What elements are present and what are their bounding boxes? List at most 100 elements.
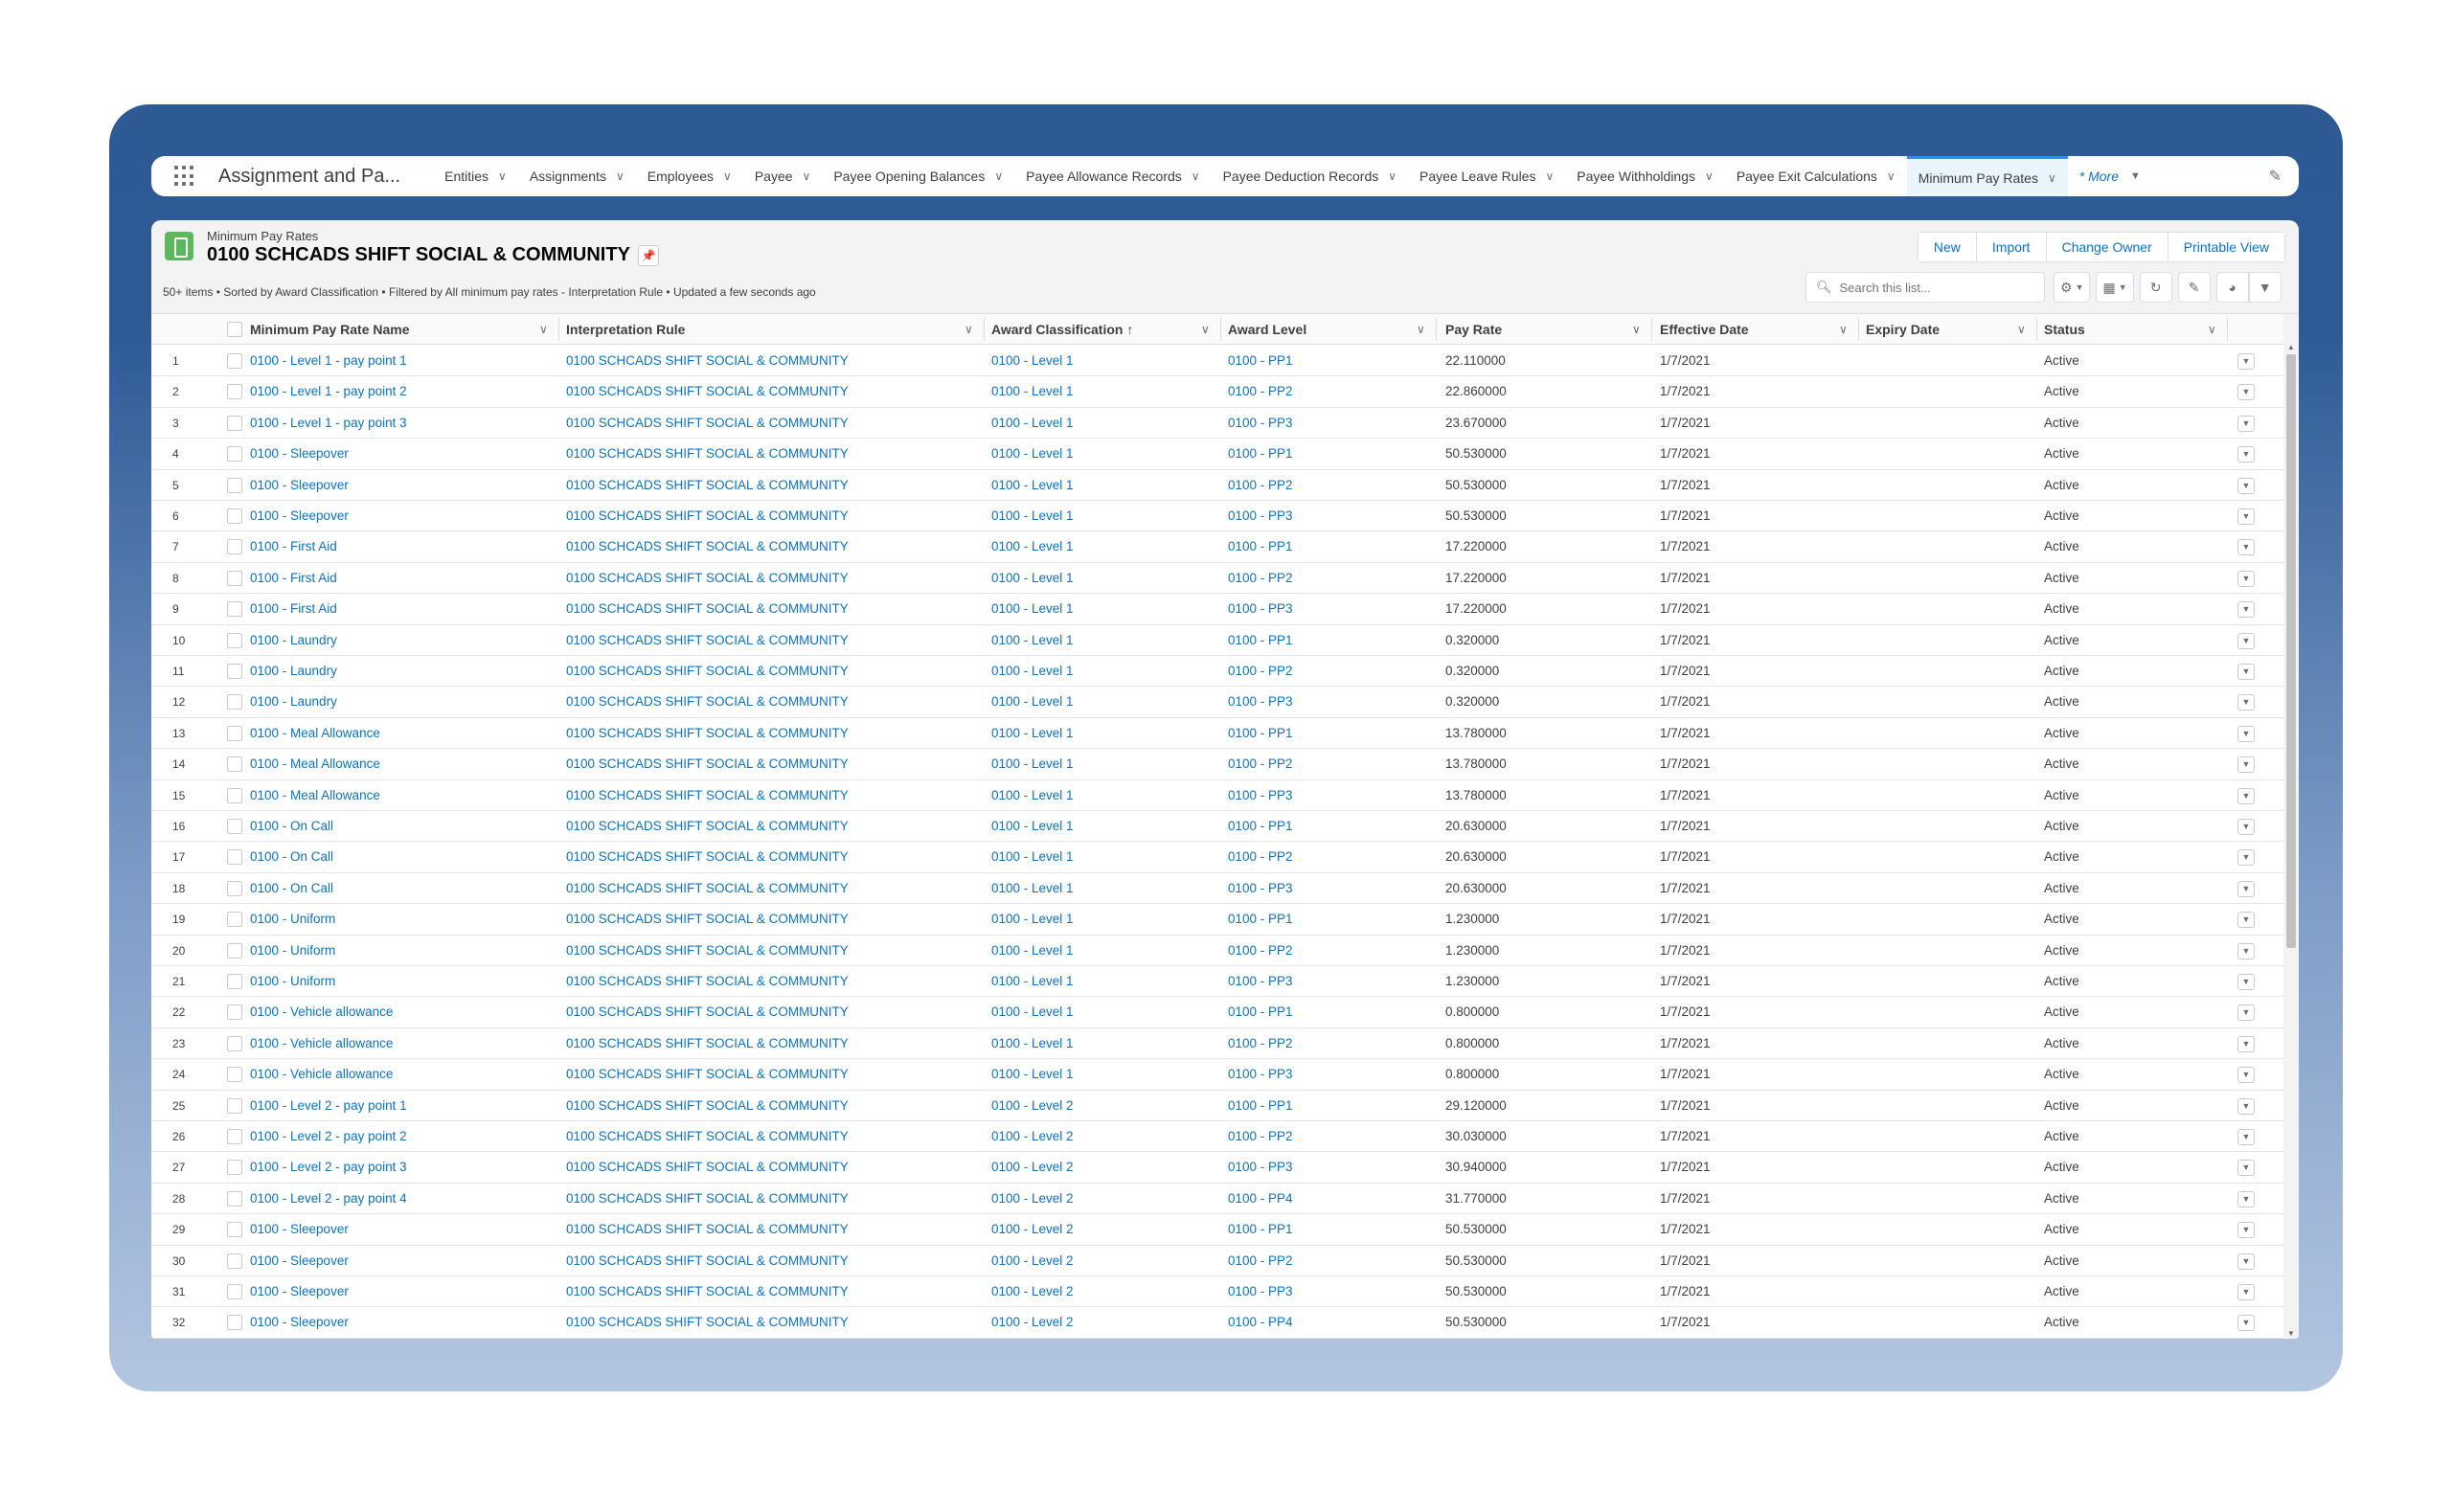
column-divider[interactable] xyxy=(1858,318,1859,341)
cell-award-classification-link[interactable]: 0100 - Level 1 xyxy=(991,749,1074,779)
filter-icon[interactable]: ▼ xyxy=(2248,272,2282,303)
row-checkbox[interactable] xyxy=(227,477,242,493)
nav-tab-payee-withholdings[interactable]: Payee Withholdings ∨ xyxy=(1565,156,1725,196)
cell-award-classification-link[interactable]: 0100 - Level 1 xyxy=(991,531,1074,562)
row-actions-dropdown-icon[interactable]: ▼ xyxy=(2237,1252,2255,1270)
vertical-scrollbar[interactable]: ▲ ▼ xyxy=(2283,314,2299,1339)
cell-award-level-link[interactable]: 0100 - PP3 xyxy=(1228,408,1293,439)
row-actions-dropdown-icon[interactable]: ▼ xyxy=(2237,570,2255,587)
cell-interpretation-rule-link[interactable]: 0100 SCHCADS SHIFT SOCIAL & COMMUNITY xyxy=(566,376,849,407)
row-checkbox[interactable] xyxy=(227,819,242,834)
row-actions-dropdown-icon[interactable]: ▼ xyxy=(2237,819,2255,835)
cell-name-link[interactable]: 0100 - Sleepover xyxy=(250,470,349,501)
cell-award-classification-link[interactable]: 0100 - Level 1 xyxy=(991,687,1074,717)
cell-interpretation-rule-link[interactable]: 0100 SCHCADS SHIFT SOCIAL & COMMUNITY xyxy=(566,1307,849,1338)
import-button[interactable]: Import xyxy=(1975,233,2046,261)
cell-interpretation-rule-link[interactable]: 0100 SCHCADS SHIFT SOCIAL & COMMUNITY xyxy=(566,346,849,376)
cell-award-level-link[interactable]: 0100 - PP4 xyxy=(1228,1307,1293,1338)
row-actions-dropdown-icon[interactable]: ▼ xyxy=(2237,1315,2255,1332)
select-all-checkbox[interactable] xyxy=(227,322,242,337)
column-menu-chevron-icon[interactable]: ∨ xyxy=(1417,314,1425,345)
cell-interpretation-rule-link[interactable]: 0100 SCHCADS SHIFT SOCIAL & COMMUNITY xyxy=(566,873,849,904)
column-header-award-level[interactable]: Award Level xyxy=(1228,314,1306,345)
chevron-down-icon[interactable]: ∨ xyxy=(498,169,507,183)
cell-award-classification-link[interactable]: 0100 - Level 2 xyxy=(991,1214,1074,1245)
row-actions-dropdown-icon[interactable]: ▼ xyxy=(2237,725,2255,742)
new-button[interactable]: New xyxy=(1918,233,1976,261)
cell-name-link[interactable]: 0100 - Sleepover xyxy=(250,1214,349,1245)
cell-interpretation-rule-link[interactable]: 0100 SCHCADS SHIFT SOCIAL & COMMUNITY xyxy=(566,718,849,749)
cell-award-classification-link[interactable]: 0100 - Level 2 xyxy=(991,1276,1074,1307)
row-checkbox[interactable] xyxy=(227,1097,242,1114)
row-actions-dropdown-icon[interactable]: ▼ xyxy=(2237,353,2255,370)
cell-award-classification-link[interactable]: 0100 - Level 1 xyxy=(991,1028,1074,1059)
column-divider[interactable] xyxy=(1220,318,1221,341)
row-actions-dropdown-icon[interactable]: ▼ xyxy=(2237,1004,2255,1022)
cell-interpretation-rule-link[interactable]: 0100 SCHCADS SHIFT SOCIAL & COMMUNITY xyxy=(566,408,849,439)
cell-name-link[interactable]: 0100 - Vehicle allowance xyxy=(250,1059,393,1090)
cell-award-classification-link[interactable]: 0100 - Level 1 xyxy=(991,873,1074,904)
column-menu-chevron-icon[interactable]: ∨ xyxy=(2017,314,2026,345)
cell-award-classification-link[interactable]: 0100 - Level 1 xyxy=(991,625,1074,656)
cell-name-link[interactable]: 0100 - On Call xyxy=(250,811,333,842)
row-actions-dropdown-icon[interactable]: ▼ xyxy=(2237,849,2255,867)
cell-name-link[interactable]: 0100 - First Aid xyxy=(250,563,337,594)
chevron-down-icon[interactable]: ∨ xyxy=(803,169,811,183)
chevron-down-icon[interactable]: ∨ xyxy=(994,169,1003,183)
cell-award-level-link[interactable]: 0100 - PP1 xyxy=(1228,1214,1293,1245)
cell-interpretation-rule-link[interactable]: 0100 SCHCADS SHIFT SOCIAL & COMMUNITY xyxy=(566,811,849,842)
row-actions-dropdown-icon[interactable]: ▼ xyxy=(2237,539,2255,556)
column-divider[interactable] xyxy=(1651,318,1652,341)
cell-award-level-link[interactable]: 0100 - PP2 xyxy=(1228,1028,1293,1059)
row-actions-dropdown-icon[interactable]: ▼ xyxy=(2237,1067,2255,1084)
cell-interpretation-rule-link[interactable]: 0100 SCHCADS SHIFT SOCIAL & COMMUNITY xyxy=(566,625,849,656)
row-checkbox[interactable] xyxy=(227,1222,242,1238)
cell-award-level-link[interactable]: 0100 - PP1 xyxy=(1228,439,1293,469)
cell-name-link[interactable]: 0100 - Uniform xyxy=(250,966,335,997)
column-divider[interactable] xyxy=(2036,318,2037,341)
row-actions-dropdown-icon[interactable]: ▼ xyxy=(2237,632,2255,649)
chevron-down-icon[interactable]: ∨ xyxy=(723,169,732,183)
row-actions-dropdown-icon[interactable]: ▼ xyxy=(2237,1284,2255,1300)
row-actions-dropdown-icon[interactable]: ▼ xyxy=(2237,756,2255,774)
cell-award-level-link[interactable]: 0100 - PP2 xyxy=(1228,656,1293,687)
cell-interpretation-rule-link[interactable]: 0100 SCHCADS SHIFT SOCIAL & COMMUNITY xyxy=(566,1059,849,1090)
row-checkbox[interactable] xyxy=(227,787,242,803)
cell-award-level-link[interactable]: 0100 - PP3 xyxy=(1228,501,1293,531)
row-checkbox[interactable] xyxy=(227,1129,242,1144)
cell-award-level-link[interactable]: 0100 - PP2 xyxy=(1228,1246,1293,1276)
cell-award-classification-link[interactable]: 0100 - Level 2 xyxy=(991,1121,1074,1152)
cell-award-level-link[interactable]: 0100 - PP1 xyxy=(1228,625,1293,656)
chevron-down-icon[interactable]: ∨ xyxy=(1192,169,1200,183)
cell-award-level-link[interactable]: 0100 - PP2 xyxy=(1228,563,1293,594)
cell-award-level-link[interactable]: 0100 - PP1 xyxy=(1228,997,1293,1027)
cell-award-classification-link[interactable]: 0100 - Level 1 xyxy=(991,936,1074,966)
cell-interpretation-rule-link[interactable]: 0100 SCHCADS SHIFT SOCIAL & COMMUNITY xyxy=(566,1184,849,1214)
cell-award-classification-link[interactable]: 0100 - Level 2 xyxy=(991,1184,1074,1214)
row-actions-dropdown-icon[interactable]: ▼ xyxy=(2237,1129,2255,1145)
column-divider[interactable] xyxy=(1436,318,1437,341)
cell-name-link[interactable]: 0100 - On Call xyxy=(250,842,333,872)
cell-award-classification-link[interactable]: 0100 - Level 2 xyxy=(991,1091,1074,1121)
cell-interpretation-rule-link[interactable]: 0100 SCHCADS SHIFT SOCIAL & COMMUNITY xyxy=(566,1028,849,1059)
row-actions-dropdown-icon[interactable]: ▼ xyxy=(2237,1222,2255,1239)
row-checkbox[interactable] xyxy=(227,1315,242,1331)
row-checkbox[interactable] xyxy=(227,384,242,400)
column-header-interpretation-rule[interactable]: Interpretation Rule xyxy=(566,314,685,345)
refresh-icon[interactable]: ↻ xyxy=(2139,272,2172,303)
row-actions-dropdown-icon[interactable]: ▼ xyxy=(2237,446,2255,463)
cell-name-link[interactable]: 0100 - Sleepover xyxy=(250,439,349,469)
cell-award-level-link[interactable]: 0100 - PP1 xyxy=(1228,904,1293,935)
cell-award-classification-link[interactable]: 0100 - Level 1 xyxy=(991,501,1074,531)
row-checkbox[interactable] xyxy=(227,694,242,711)
row-actions-dropdown-icon[interactable]: ▼ xyxy=(2237,942,2255,959)
row-actions-dropdown-icon[interactable]: ▼ xyxy=(2237,384,2255,401)
cell-award-level-link[interactable]: 0100 - PP2 xyxy=(1228,1121,1293,1152)
column-divider[interactable] xyxy=(558,318,559,341)
row-actions-dropdown-icon[interactable]: ▼ xyxy=(2237,1097,2255,1115)
cell-award-level-link[interactable]: 0100 - PP3 xyxy=(1228,594,1293,624)
cell-award-classification-link[interactable]: 0100 - Level 1 xyxy=(991,811,1074,842)
cell-award-level-link[interactable]: 0100 - PP1 xyxy=(1228,718,1293,749)
nav-tab-employees[interactable]: Employees ∨ xyxy=(636,156,743,196)
more-tabs-button[interactable]: * More ▼ xyxy=(2068,169,2152,184)
